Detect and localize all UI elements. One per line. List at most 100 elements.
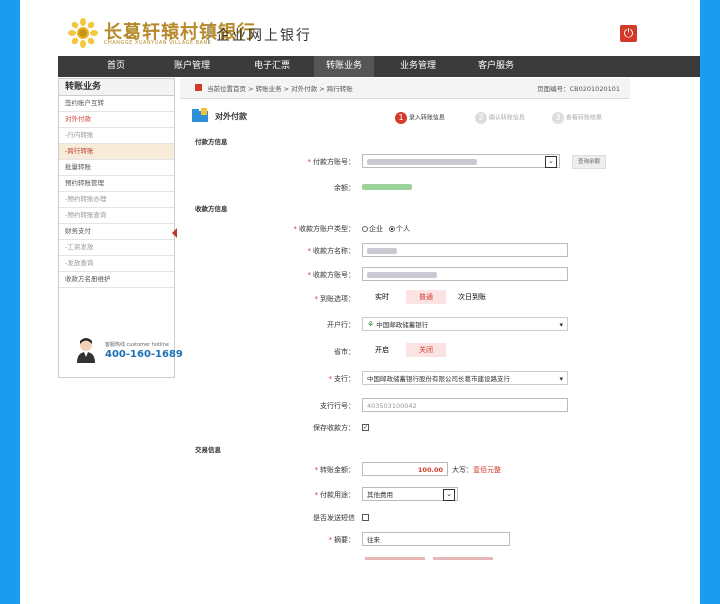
main-content: 当前位置首页 > 转账业务 > 对外付款 > 跨行转账 页面编号：CB02010…	[180, 78, 630, 560]
bank-select[interactable]: ⚘ 中国邮政储蓄银行 ▾	[362, 317, 568, 331]
radio-personal[interactable]: 个人	[389, 224, 410, 234]
city-row: 省市： 开启 关闭	[180, 342, 630, 360]
sidebar-item-scheduled[interactable]: 预约转账管理	[59, 176, 174, 192]
trade-section-title: 交易信息	[195, 446, 221, 454]
breadcrumb: 当前位置首页 > 转账业务 > 对外付款 > 跨行转账 页面编号：CB02010…	[180, 78, 630, 99]
sidebar-item-scheduled-query[interactable]: -预约转账查询	[59, 208, 174, 224]
payee-name-label: * 收款方名称：	[307, 247, 356, 255]
branch-no-input[interactable]: 403503100042	[362, 398, 568, 412]
sidebar-item-finance-pay[interactable]: 财务支付	[59, 224, 174, 240]
radio-enterprise[interactable]: 企业	[362, 224, 383, 234]
system-name: 企业网上银行	[216, 28, 312, 44]
chevron-down-icon: ⌄	[545, 156, 557, 168]
step-2-label: 确认转账信息	[488, 114, 525, 122]
sidebar-item-inter-bank[interactable]: -跨行转账	[59, 144, 174, 160]
arrival-realtime[interactable]: 实时	[370, 290, 394, 304]
sidebar-item-intra-bank[interactable]: -行内转账	[59, 128, 174, 144]
step-3-number: 3	[552, 112, 564, 124]
sms-checkbox[interactable]	[362, 513, 369, 521]
payee-account-label: * 收款方账号：	[307, 271, 356, 279]
bank-value: 中国邮政储蓄银行	[376, 321, 429, 329]
sidebar-item-scheduled-create[interactable]: -预约转账办理	[59, 192, 174, 208]
arrival-normal[interactable]: 普通	[406, 290, 446, 304]
payee-name-row: * 收款方名称：	[180, 241, 630, 259]
city-label: 省市：	[334, 348, 355, 356]
nav-business[interactable]: 业务管理	[388, 56, 448, 77]
branch-value: 中国邮政储蓄银行股份有限公司长葛市建设路支行	[367, 375, 510, 383]
page-code: 页面编号：CB0201020101	[537, 85, 620, 93]
next-button[interactable]	[365, 557, 425, 560]
sidebar-item-batch[interactable]: 批量转账	[59, 160, 174, 176]
uppercase-amount: 大写：壹佰元整	[452, 466, 501, 474]
branch-select[interactable]: 中国邮政储蓄银行股份有限公司长葛市建设路支行 ▾	[362, 371, 568, 385]
step-1: 1 录入转账信息	[395, 112, 445, 124]
step-1-label: 录入转账信息	[408, 114, 445, 122]
panel-header: 对外付款 1 录入转账信息 2 确认转账信息 3 查看转账结果	[180, 104, 630, 128]
step-3-label: 查看转账结果	[565, 114, 602, 122]
sidebar-item-external-payment[interactable]: 对外付款	[59, 112, 174, 128]
sidebar-item-salary[interactable]: -工资发放	[59, 240, 174, 256]
payee-type-radios: 企业 个人	[362, 224, 416, 234]
amount-input[interactable]: 100.00	[362, 462, 448, 476]
payee-name-input[interactable]	[362, 243, 568, 257]
query-balance-button[interactable]: 查询余额	[572, 155, 607, 169]
purpose-select[interactable]: 其他费用 ⌄	[362, 487, 458, 501]
payer-account-label: * 付款方账号：	[307, 158, 356, 166]
step-1-number: 1	[395, 112, 407, 124]
folder-payment-icon	[192, 108, 208, 122]
nav-account[interactable]: 账户管理	[162, 56, 222, 77]
bank-logo	[68, 18, 98, 48]
purpose-value: 其他费用	[367, 491, 393, 499]
masked-account	[367, 159, 477, 165]
step-3: 3 查看转账结果	[552, 112, 602, 124]
chevron-down-icon: ⌄	[443, 489, 455, 501]
payee-account-row: * 收款方账号：	[180, 265, 630, 283]
sidebar-collapse-arrow-icon[interactable]	[172, 228, 177, 238]
power-icon[interactable]: ⏻	[620, 25, 637, 42]
arrival-option-row: * 到账选项： 实时 普通 次日到账	[180, 289, 630, 307]
sms-label: 是否发送短信	[313, 514, 355, 522]
payer-section-title: 付款方信息	[195, 138, 228, 146]
step-2: 2 确认转账信息	[475, 112, 525, 124]
nav-service[interactable]: 客户服务	[466, 56, 526, 77]
save-payee-checkbox[interactable]: ✓	[362, 423, 369, 431]
reset-button[interactable]	[433, 557, 493, 560]
nav-ebill[interactable]: 电子汇票	[242, 56, 302, 77]
memo-label: * 摘要：	[328, 536, 356, 544]
payee-type-row: * 收款方账户类型： 企业 个人	[180, 219, 630, 237]
caret-down-icon: ▾	[559, 375, 563, 383]
payee-account-input[interactable]	[362, 267, 568, 281]
page-header: 长葛轩辕村镇银行 CHANGGE XUANYUAN VILLAGE BANK 企…	[20, 0, 700, 56]
sidebar-item-signed-transfer[interactable]: 签约账户互转	[59, 96, 174, 112]
payer-account-row: * 付款方账号： ⌄ 查询余额	[180, 152, 630, 170]
browser-window: 长葛轩辕村镇银行 CHANGGE XUANYUAN VILLAGE BANK 企…	[20, 0, 700, 604]
payer-account-select[interactable]: ⌄	[362, 154, 560, 168]
sidebar-item-payee-list[interactable]: 收款方名册维护	[59, 272, 174, 288]
sidebar-title: 转账业务	[59, 79, 174, 96]
arrival-next-day[interactable]: 次日到账	[452, 290, 492, 304]
main-nav: 首页 账户管理 电子汇票 转账业务 业务管理 客户服务	[58, 56, 700, 77]
bank-name-en: CHANGGE XUANYUAN VILLAGE BANK	[104, 40, 212, 46]
city-open[interactable]: 开启	[370, 343, 394, 357]
nav-transfer[interactable]: 转账业务	[314, 56, 374, 77]
payee-section-title: 收款方信息	[195, 205, 228, 213]
bank-row: 开户行： ⚘ 中国邮政储蓄银行 ▾	[180, 315, 630, 333]
panel-title: 对外付款	[215, 112, 247, 121]
purpose-row: * 付款用途： 其他费用 ⌄	[180, 485, 630, 503]
postal-bank-icon: ⚘	[367, 320, 375, 329]
sidebar: 转账业务 签约账户互转 对外付款 -行内转账 -跨行转账 批量转账 预约转账管理…	[58, 78, 183, 378]
nav-home[interactable]: 首页	[86, 56, 146, 77]
arrival-option-label: * 到账选项：	[314, 295, 356, 303]
balance-value	[362, 183, 412, 191]
balance-row: 余额：	[180, 178, 630, 196]
balance-label: 余额：	[334, 184, 355, 192]
location-icon	[195, 84, 202, 91]
caret-down-icon: ▾	[559, 321, 563, 329]
agent-avatar-icon	[77, 338, 95, 363]
bank-label: 开户行：	[327, 321, 355, 329]
branch-no-row: 支行行号： 403503100042	[180, 396, 630, 414]
city-close[interactable]: 关闭	[406, 343, 446, 357]
sidebar-item-salary-query[interactable]: -发放查询	[59, 256, 174, 272]
memo-input[interactable]: 往来	[362, 532, 510, 546]
amount-row: * 转账金额： 100.00 大写：壹佰元整	[180, 460, 630, 478]
